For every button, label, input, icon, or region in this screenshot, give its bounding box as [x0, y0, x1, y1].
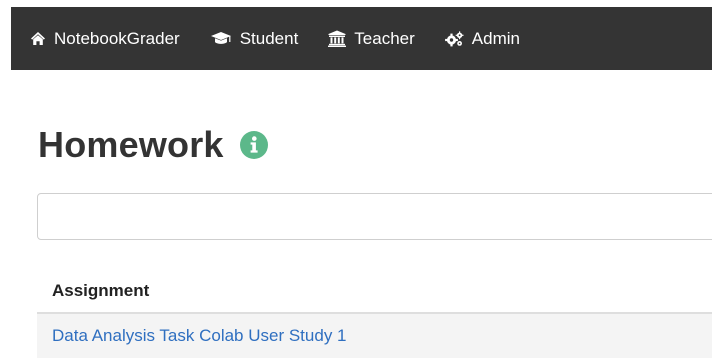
nav-item-admin[interactable]: Admin: [444, 28, 520, 49]
assignments-table: Assignment Data Analysis Task Colab User…: [37, 270, 712, 358]
nav-item-label: NotebookGrader: [54, 28, 180, 48]
table-header-assignment: Assignment: [37, 270, 712, 314]
search-input[interactable]: [37, 193, 712, 240]
column-header-label: Assignment: [52, 281, 150, 300]
nav-item-teacher[interactable]: Teacher: [328, 28, 415, 49]
nav-item-label: Teacher: [354, 28, 415, 48]
top-navbar: NotebookGrader Student Teacher Admin: [11, 7, 712, 70]
info-circle-icon[interactable]: [239, 131, 268, 159]
window-top-edge: [0, 0, 712, 7]
assignment-link[interactable]: Data Analysis Task Colab User Study 1: [52, 326, 347, 346]
home-icon: [31, 32, 45, 45]
nav-item-student[interactable]: Student: [210, 28, 299, 49]
page-title-row: Homework: [38, 124, 268, 166]
page-title: Homework: [38, 124, 224, 165]
nav-item-notebookgrader[interactable]: NotebookGrader: [30, 29, 180, 49]
nav-item-label: Admin: [471, 28, 520, 48]
table-row: Data Analysis Task Colab User Study 1: [37, 314, 712, 358]
university-icon: [328, 30, 347, 47]
gears-icon: [444, 30, 464, 46]
nav-item-label: Student: [239, 28, 299, 48]
graduation-cap-icon: [210, 32, 231, 44]
